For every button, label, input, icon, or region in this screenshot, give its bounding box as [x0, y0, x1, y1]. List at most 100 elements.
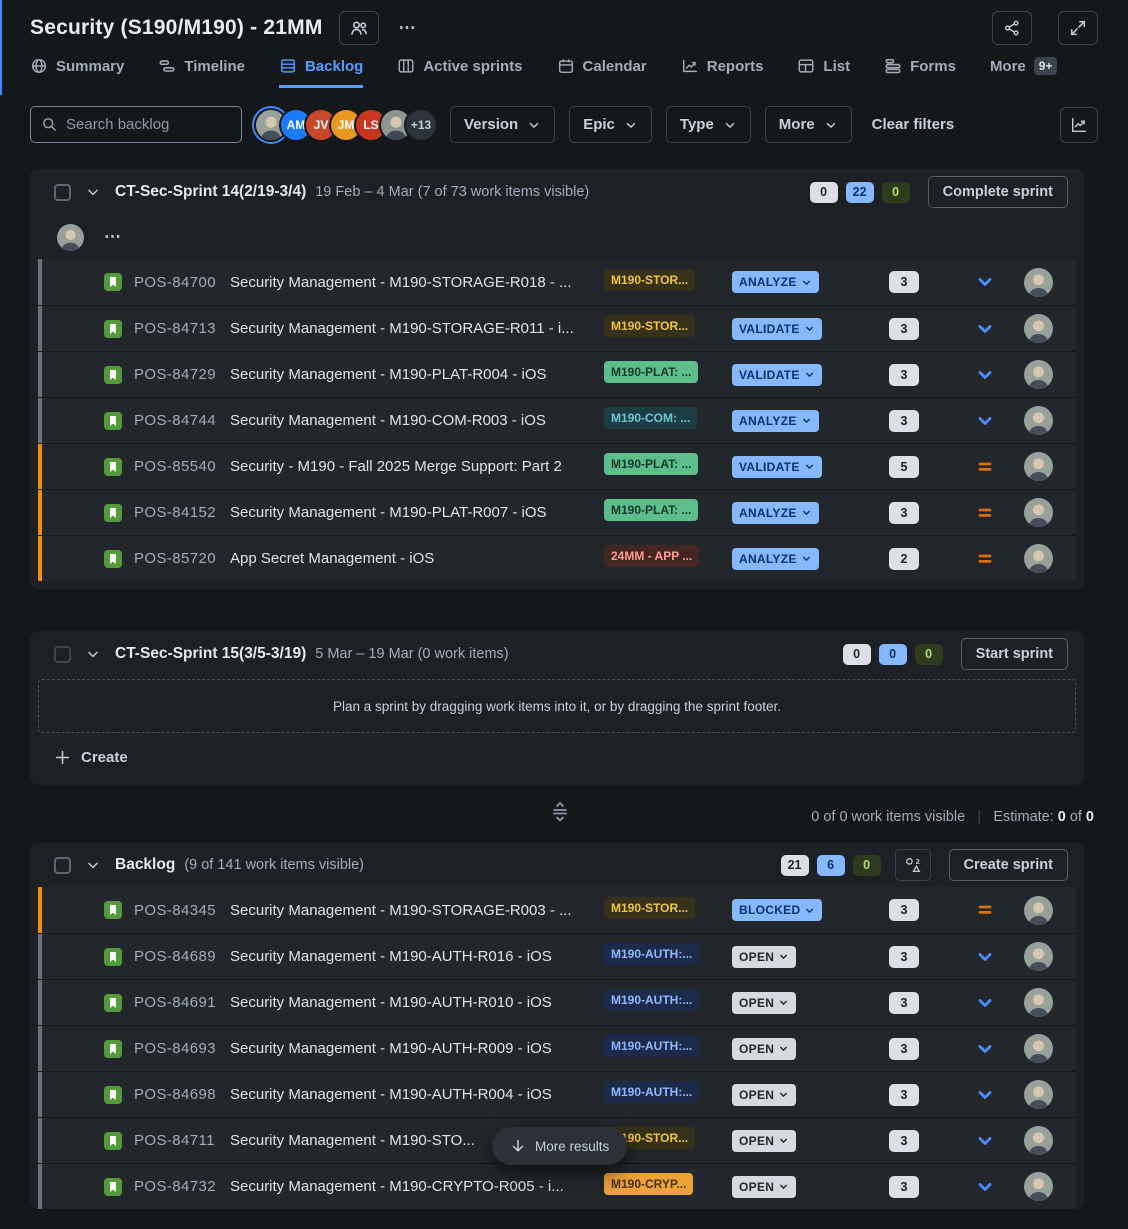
issue-title[interactable]: Security Management - M190-COM-R003 - iO…	[230, 412, 604, 429]
tab-more[interactable]: More9+	[990, 57, 1058, 88]
assignee-avatar[interactable]	[1024, 544, 1053, 573]
work-item-row[interactable]: POS-84691 Security Management - M190-AUT…	[38, 979, 1076, 1025]
epic-label[interactable]: M190-STOR...	[604, 897, 695, 919]
create-sprint-button[interactable]: Create sprint	[949, 849, 1068, 881]
epic-label[interactable]: M190-PLAT: ...	[604, 453, 698, 475]
status-dropdown[interactable]: OPEN	[732, 1084, 796, 1106]
work-item-row[interactable]: POS-85720 App Secret Management - iOS 24…	[38, 535, 1076, 581]
sprint-dropzone[interactable]: Plan a sprint by dragging work items int…	[38, 679, 1076, 733]
status-dropdown[interactable]: OPEN	[732, 1176, 796, 1198]
estimate-badge[interactable]: 3	[889, 318, 919, 340]
expand-button[interactable]	[1058, 11, 1098, 45]
epic-label[interactable]: M190-STOR...	[604, 315, 695, 337]
issue-key[interactable]: POS-84345	[134, 902, 230, 919]
start-sprint-button[interactable]: Start sprint	[961, 638, 1068, 670]
issue-key[interactable]: POS-84691	[134, 994, 230, 1011]
tab-backlog[interactable]: Backlog	[279, 57, 363, 88]
issue-key[interactable]: POS-84698	[134, 1086, 230, 1103]
epic-label[interactable]: M190-COM: ...	[604, 407, 697, 429]
issue-title[interactable]: Security Management - M190-STORAGE-R018 …	[230, 274, 604, 291]
collapse-chevron-icon[interactable]	[85, 857, 101, 873]
more-results-button[interactable]: More results	[492, 1127, 627, 1165]
assignee-avatar[interactable]	[1024, 360, 1053, 389]
issue-key[interactable]: POS-84729	[134, 366, 230, 383]
status-dropdown[interactable]: OPEN	[732, 992, 796, 1014]
backlog-name[interactable]: Backlog	[115, 856, 175, 874]
estimate-badge[interactable]: 2	[889, 548, 919, 570]
sprint-name[interactable]: CT-Sec-Sprint 14(2/19-3/4)	[115, 183, 306, 201]
issue-key[interactable]: POS-84152	[134, 504, 230, 521]
tab-timeline[interactable]: Timeline	[158, 57, 245, 88]
estimate-badge[interactable]: 3	[889, 899, 919, 921]
epic-label[interactable]: 24MM - APP ...	[604, 545, 699, 567]
insights-button[interactable]	[1060, 107, 1098, 143]
avatar-overflow[interactable]: +13	[406, 110, 436, 140]
estimate-badge[interactable]: 3	[889, 502, 919, 524]
version-filter-dropdown[interactable]: Version	[450, 106, 555, 143]
issue-title[interactable]: Security Management - M190-STORAGE-R003 …	[230, 902, 604, 919]
epic-label[interactable]: M190-CRYP...	[604, 1173, 693, 1195]
work-item-row[interactable]: POS-84698 Security Management - M190-AUT…	[38, 1071, 1076, 1117]
issue-key[interactable]: POS-85720	[134, 550, 230, 567]
tab-active-sprints[interactable]: Active sprints	[397, 57, 522, 88]
estimation-shapes-button[interactable]: 2	[895, 849, 931, 881]
sprint-assignee-avatar[interactable]	[57, 224, 84, 251]
issue-key[interactable]: POS-84689	[134, 948, 230, 965]
assignee-avatar[interactable]	[1024, 1080, 1053, 1109]
epic-label[interactable]: M190-PLAT: ...	[604, 361, 698, 383]
epic-label[interactable]: M190-AUTH:...	[604, 1081, 699, 1103]
collapse-chevron-icon[interactable]	[85, 184, 101, 200]
status-dropdown[interactable]: VALIDATE	[732, 364, 822, 386]
estimate-badge[interactable]: 5	[889, 456, 919, 478]
issue-title[interactable]: Security Management - M190-AUTH-R004 - i…	[230, 1086, 604, 1103]
estimate-badge[interactable]: 3	[889, 1084, 919, 1106]
estimate-badge[interactable]: 3	[889, 1130, 919, 1152]
status-dropdown[interactable]: VALIDATE	[732, 318, 822, 340]
work-item-row[interactable]: POS-84700 Security Management - M190-STO…	[38, 259, 1076, 305]
estimate-badge[interactable]: 3	[889, 410, 919, 432]
assignee-avatar[interactable]	[1024, 452, 1053, 481]
create-work-item-button[interactable]: Create	[30, 733, 1084, 781]
share-button[interactable]	[992, 11, 1032, 45]
sprint-name[interactable]: CT-Sec-Sprint 15(3/5-3/19)	[115, 645, 306, 663]
assignee-avatar[interactable]	[1024, 1034, 1053, 1063]
type-filter-dropdown[interactable]: Type	[666, 106, 751, 143]
work-item-row[interactable]: POS-84693 Security Management - M190-AUT…	[38, 1025, 1076, 1071]
backlog-checkbox[interactable]	[54, 857, 71, 874]
epic-filter-dropdown[interactable]: Epic	[569, 106, 652, 143]
issue-title[interactable]: Security Management - M190-AUTH-R016 - i…	[230, 948, 604, 965]
issue-key[interactable]: POS-84700	[134, 274, 230, 291]
epic-label[interactable]: M190-AUTH:...	[604, 1035, 699, 1057]
status-dropdown[interactable]: ANALYZE	[732, 271, 819, 293]
issue-title[interactable]: App Secret Management - iOS	[230, 550, 604, 567]
tab-calendar[interactable]: Calendar	[557, 57, 647, 88]
tab-forms[interactable]: Forms	[884, 57, 956, 88]
assignee-avatar[interactable]	[1024, 1126, 1053, 1155]
estimate-badge[interactable]: 3	[889, 1038, 919, 1060]
people-button[interactable]	[339, 11, 379, 45]
epic-label[interactable]: M190-PLAT: ...	[604, 499, 698, 521]
epic-label[interactable]: M190-AUTH:...	[604, 943, 699, 965]
epic-label[interactable]: M190-AUTH:...	[604, 989, 699, 1011]
estimate-badge[interactable]: 3	[889, 1176, 919, 1198]
work-item-row[interactable]: POS-84689 Security Management - M190-AUT…	[38, 933, 1076, 979]
issue-title[interactable]: Security Management - M190-PLAT-R007 - i…	[230, 504, 604, 521]
issue-title[interactable]: Security Management - M190-STORAGE-R011 …	[230, 320, 604, 337]
status-dropdown[interactable]: ANALYZE	[732, 502, 819, 524]
search-input[interactable]	[66, 116, 216, 133]
estimate-badge[interactable]: 3	[889, 992, 919, 1014]
title-more-button[interactable]: ⋯	[399, 18, 417, 38]
sprint-15-checkbox[interactable]	[54, 646, 71, 663]
status-dropdown[interactable]: OPEN	[732, 946, 796, 968]
status-dropdown[interactable]: BLOCKED	[732, 899, 822, 921]
issue-title[interactable]: Security Management - M190-CRYPTO-R005 -…	[230, 1178, 604, 1195]
issue-key[interactable]: POS-84744	[134, 412, 230, 429]
assignee-avatar[interactable]	[1024, 406, 1053, 435]
sprint-footer-drag-handle[interactable]	[549, 801, 571, 823]
issue-key[interactable]: POS-84693	[134, 1040, 230, 1057]
estimate-badge[interactable]: 3	[889, 946, 919, 968]
assignee-avatar[interactable]	[1024, 942, 1053, 971]
issue-key[interactable]: POS-85540	[134, 458, 230, 475]
complete-sprint-button[interactable]: Complete sprint	[928, 176, 1068, 208]
more-filter-dropdown[interactable]: More	[765, 106, 852, 143]
